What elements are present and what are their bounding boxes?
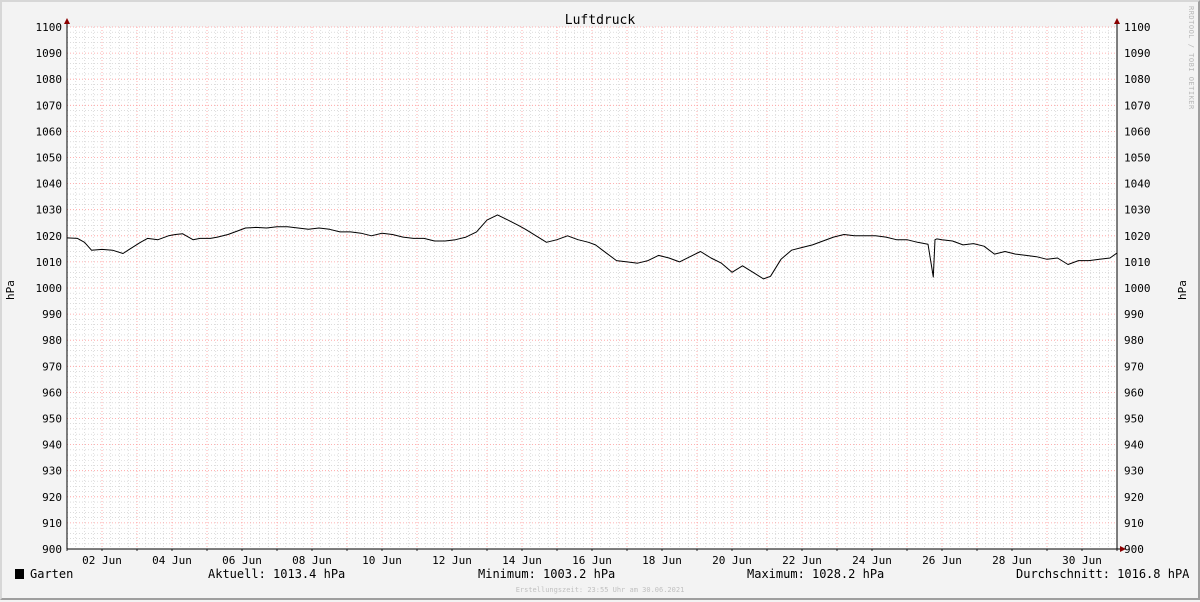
- y-tick-label-left: 980: [42, 334, 62, 347]
- chart-title: Luftdruck: [565, 13, 636, 28]
- y-axis-right-title: hPa: [1176, 280, 1189, 300]
- y-tick-label-right: 1050: [1124, 152, 1151, 165]
- x-tick-label: 02 Jun: [82, 554, 122, 567]
- y-tick-label-left: 930: [42, 465, 62, 478]
- y-tick-label-left: 940: [42, 439, 62, 452]
- x-tick-label: 06 Jun: [222, 554, 262, 567]
- x-axis-labels: 02 Jun 04 Jun 06 Jun 08 Jun 10 Jun 12 Jun 14 J…: [82, 554, 1102, 567]
- y-tick-label-left: 1040: [36, 178, 63, 191]
- chart-canvas: Luftdruck 900 910 920 930 940 950 960 970 980 990…: [4, 6, 1195, 594]
- x-tick-label: 12 Jun: [432, 554, 472, 567]
- x-tick-label: 16 Jun: [572, 554, 612, 567]
- legend-maximum: Maximum: 1028.2 hPa: [747, 567, 884, 581]
- legend-minimum: Minimum: 1003.2 hPa: [478, 567, 615, 581]
- footer-timestamp: Erstellungszeit: 23:55 Uhr am 30.06.2021: [516, 586, 685, 594]
- y-tick-label-right: 1070: [1124, 99, 1151, 112]
- y-tick-label-right: 1000: [1124, 282, 1151, 295]
- y-tick-label-left: 1060: [36, 125, 63, 138]
- y-tick-label-right: 920: [1124, 491, 1144, 504]
- y-tick-label-right: 910: [1124, 517, 1144, 530]
- y-tick-label-right: 940: [1124, 439, 1144, 452]
- x-tick-label: 30 Jun: [1062, 554, 1102, 567]
- y-tick-label-right: 900: [1124, 543, 1144, 556]
- y-tick-label-left: 1100: [36, 21, 63, 34]
- x-tick-label: 10 Jun: [362, 554, 402, 567]
- y-tick-label-left: 1090: [36, 47, 63, 60]
- y-tick-label-right: 970: [1124, 360, 1144, 373]
- y-tick-label-left: 920: [42, 491, 62, 504]
- x-tick-label: 22 Jun: [782, 554, 822, 567]
- y-tick-label-right: 1060: [1124, 125, 1151, 138]
- y-axis-right-labels: 900 910 920 930 940 950 960 970 980 990 1000 1010 10…: [1124, 21, 1151, 556]
- chart-window: Luftdruck 900 910 920 930 940 950 960 970 980 990…: [0, 0, 1200, 600]
- y-tick-label-left: 1010: [36, 256, 63, 269]
- y-tick-label-right: 990: [1124, 308, 1144, 321]
- x-tick-label: 28 Jun: [992, 554, 1032, 567]
- x-tick-label: 24 Jun: [852, 554, 892, 567]
- y-tick-label-left: 970: [42, 360, 62, 373]
- y-tick-label-right: 1040: [1124, 178, 1151, 191]
- y-tick-label-left: 1070: [36, 99, 63, 112]
- x-tick-label: 18 Jun: [642, 554, 682, 567]
- y-axis-left-arrow: [64, 18, 70, 24]
- y-tick-label-left: 1020: [36, 230, 63, 243]
- y-tick-label-left: 1050: [36, 152, 63, 165]
- x-tick-label: 26 Jun: [922, 554, 962, 567]
- y-tick-label-left: 1080: [36, 73, 63, 86]
- y-axis-right-arrow: [1114, 18, 1120, 24]
- legend-series-name: Garten: [30, 567, 73, 581]
- y-tick-label-left: 1000: [36, 282, 63, 295]
- y-tick-label-left: 960: [42, 386, 62, 399]
- y-tick-label-right: 1100: [1124, 21, 1151, 34]
- y-axis-left-title: hPa: [4, 280, 17, 300]
- y-tick-label-right: 930: [1124, 465, 1144, 478]
- y-tick-label-right: 960: [1124, 386, 1144, 399]
- watermark: RRDTOOL / TOBI OETIKER: [1187, 6, 1195, 110]
- x-tick-label: 08 Jun: [292, 554, 332, 567]
- legend-durchschnitt: Durchschnitt: 1016.8 hPA: [1016, 567, 1190, 581]
- y-tick-label-right: 1010: [1124, 256, 1151, 269]
- y-tick-label-right: 1020: [1124, 230, 1151, 243]
- y-tick-label-left: 950: [42, 413, 62, 426]
- y-tick-label-right: 980: [1124, 334, 1144, 347]
- x-tick-label: 04 Jun: [152, 554, 192, 567]
- x-tick-label: 14 Jun: [502, 554, 542, 567]
- y-axis-left-labels: 900 910 920 930 940 950 960 970 980 990 1000 1010 10…: [36, 21, 63, 556]
- legend-swatch: [15, 569, 24, 579]
- y-tick-label-right: 1090: [1124, 47, 1151, 60]
- y-tick-label-left: 910: [42, 517, 62, 530]
- y-tick-label-left: 1030: [36, 204, 63, 217]
- legend-aktuell: Aktuell: 1013.4 hPa: [208, 567, 345, 581]
- y-tick-label-right: 1030: [1124, 204, 1151, 217]
- x-tick-label: 20 Jun: [712, 554, 752, 567]
- y-tick-label-left: 990: [42, 308, 62, 321]
- y-tick-label-right: 1080: [1124, 73, 1151, 86]
- y-tick-label-left: 900: [42, 543, 62, 556]
- y-tick-label-right: 950: [1124, 413, 1144, 426]
